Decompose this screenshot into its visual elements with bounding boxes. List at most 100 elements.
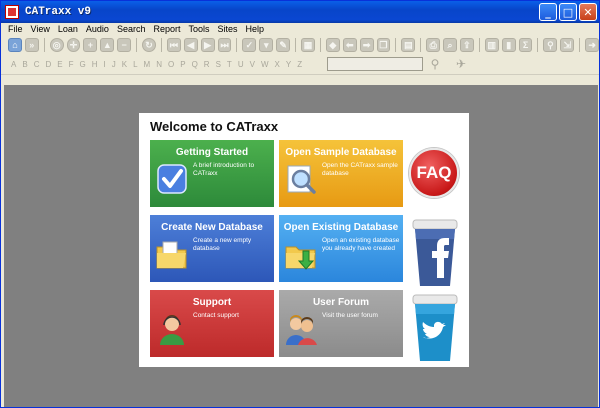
windows-icon[interactable]: ❐ [376, 38, 391, 52]
exit-icon[interactable]: ➜ [585, 38, 600, 52]
menu-tools[interactable]: Tools [188, 24, 209, 34]
letter-v[interactable]: V [250, 60, 255, 69]
toolbar-separator [537, 38, 539, 52]
find-icon[interactable]: ⚲ [543, 38, 558, 52]
tile-title: Open Sample Database [285, 147, 397, 158]
tile-description: Open an existing database you already ha… [322, 237, 400, 252]
edit-icon[interactable]: ✎ [276, 38, 291, 52]
menu-help[interactable]: Help [246, 24, 265, 34]
tile-description: Visit the user forum [322, 312, 378, 319]
open-existing-database-tile[interactable]: Open Existing Database Open an existing … [279, 215, 403, 282]
last-record-icon[interactable]: ⏭ [217, 38, 232, 52]
tile-title: Open Existing Database [283, 222, 399, 233]
support-tile[interactable]: Support Contact support [150, 290, 274, 357]
letter-q[interactable]: Q [192, 60, 198, 69]
report-icon[interactable]: ▥ [484, 38, 499, 52]
tile-title: Getting Started [175, 147, 249, 158]
toolbar: ⌂ » ◎ ✛ + ▲ − ↻ ⏮ ◀ ▶ ⏭ ✓ ▾ ✎ ▦ ◆ ⬅ ➡ ❐ … [2, 35, 600, 55]
faq-button[interactable]: FAQ [409, 148, 459, 198]
letter-n[interactable]: N [156, 60, 162, 69]
letter-g[interactable]: G [79, 60, 85, 69]
tile-description: A brief introduction to CATraxx [193, 162, 255, 177]
target-icon[interactable]: ◎ [49, 38, 64, 52]
title-bar[interactable]: CATraxx v9 _ □ ✕ [1, 1, 599, 23]
next-record-icon[interactable]: ▶ [200, 38, 215, 52]
remove-icon[interactable]: − [117, 38, 132, 52]
letter-c[interactable]: C [34, 60, 40, 69]
expand-icon[interactable]: ✛ [66, 38, 81, 52]
menu-report[interactable]: Report [153, 24, 180, 34]
tag-icon[interactable]: ◆ [325, 38, 340, 52]
toolbar-separator [478, 38, 480, 52]
print-preview-icon[interactable]: ⌕ [443, 38, 457, 52]
menu-view[interactable]: View [31, 24, 50, 34]
open-sample-database-tile[interactable]: Open Sample Database Open the CATraxx sa… [279, 140, 403, 207]
checkmark-icon[interactable]: ✓ [242, 38, 257, 52]
app-icon[interactable] [5, 5, 19, 19]
letter-l[interactable]: L [133, 60, 137, 69]
twitter-icon[interactable] [409, 293, 461, 363]
support-agent-icon [160, 315, 184, 345]
dropdown-arrow-icon[interactable]: ▾ [259, 38, 274, 52]
chart-icon[interactable]: ▮ [501, 38, 516, 52]
letter-d[interactable]: D [45, 60, 51, 69]
alphabet-bar: A B C D E F G H I J K L M N O P Q R S T … [2, 56, 599, 72]
letter-u[interactable]: U [238, 60, 244, 69]
close-button[interactable]: ✕ [579, 3, 597, 21]
menu-sites[interactable]: Sites [218, 24, 238, 34]
letter-m[interactable]: M [144, 60, 151, 69]
tile-description: Create a new empty database [193, 237, 252, 252]
letter-y[interactable]: Y [286, 60, 291, 69]
previous-record-icon[interactable]: ◀ [183, 38, 198, 52]
menu-file[interactable]: File [8, 24, 23, 34]
find-next-icon[interactable]: ⇲ [560, 38, 575, 52]
users-icon [286, 315, 317, 345]
letter-k[interactable]: K [122, 60, 127, 69]
search-icon[interactable]: ⚲ [428, 57, 442, 71]
back-arrow-icon[interactable]: ⬅ [342, 38, 357, 52]
print-icon[interactable]: ⎙ [426, 38, 441, 52]
add-icon[interactable]: + [83, 38, 98, 52]
letter-j[interactable]: J [112, 60, 116, 69]
menu-audio[interactable]: Audio [86, 24, 109, 34]
toolbar-separator [236, 38, 238, 52]
clear-filter-icon[interactable]: ✈ [454, 57, 468, 71]
minimize-button[interactable]: _ [539, 3, 557, 21]
create-new-database-tile[interactable]: Create New Database Create a new empty d… [150, 215, 274, 282]
maximize-button[interactable]: □ [559, 3, 577, 21]
letter-i[interactable]: I [104, 60, 106, 69]
sum-icon[interactable]: Σ [518, 38, 533, 52]
letter-e[interactable]: E [57, 60, 62, 69]
letter-f[interactable]: F [69, 60, 74, 69]
letter-r[interactable]: R [204, 60, 210, 69]
letter-x[interactable]: X [275, 60, 280, 69]
user-forum-tile[interactable]: User Forum Visit the user forum [279, 290, 403, 357]
home-icon[interactable]: ⌂ [8, 38, 22, 52]
letter-p[interactable]: P [180, 60, 185, 69]
export-icon[interactable]: ⇪ [460, 38, 474, 52]
forward-arrow-icon[interactable]: ➡ [359, 38, 374, 52]
letter-s[interactable]: S [216, 60, 221, 69]
getting-started-tile[interactable]: Getting Started A brief introduction to … [150, 140, 274, 207]
move-up-icon[interactable]: ▲ [100, 38, 115, 52]
facebook-icon[interactable] [409, 218, 461, 288]
document-icon[interactable]: ▤ [401, 38, 416, 52]
menu-loan[interactable]: Loan [58, 24, 78, 34]
letter-a[interactable]: A [11, 60, 16, 69]
letter-z[interactable]: Z [297, 60, 302, 69]
first-record-icon[interactable]: ⏮ [166, 38, 181, 52]
letter-t[interactable]: T [227, 60, 232, 69]
letter-b[interactable]: B [22, 60, 27, 69]
toolbar-overflow-icon[interactable]: » [24, 38, 39, 52]
toolbar-separator [136, 38, 138, 52]
toolbar-separator [295, 38, 297, 52]
letter-w[interactable]: W [261, 60, 269, 69]
letter-h[interactable]: H [92, 60, 98, 69]
grid-icon[interactable]: ▦ [301, 38, 315, 52]
refresh-icon[interactable]: ↻ [142, 38, 156, 52]
quick-search-input[interactable] [327, 57, 423, 71]
welcome-panel: Welcome to CATraxx Getting Started A bri… [139, 113, 469, 367]
open-folder-icon [285, 246, 316, 270]
menu-search[interactable]: Search [117, 24, 146, 34]
letter-o[interactable]: O [168, 60, 174, 69]
